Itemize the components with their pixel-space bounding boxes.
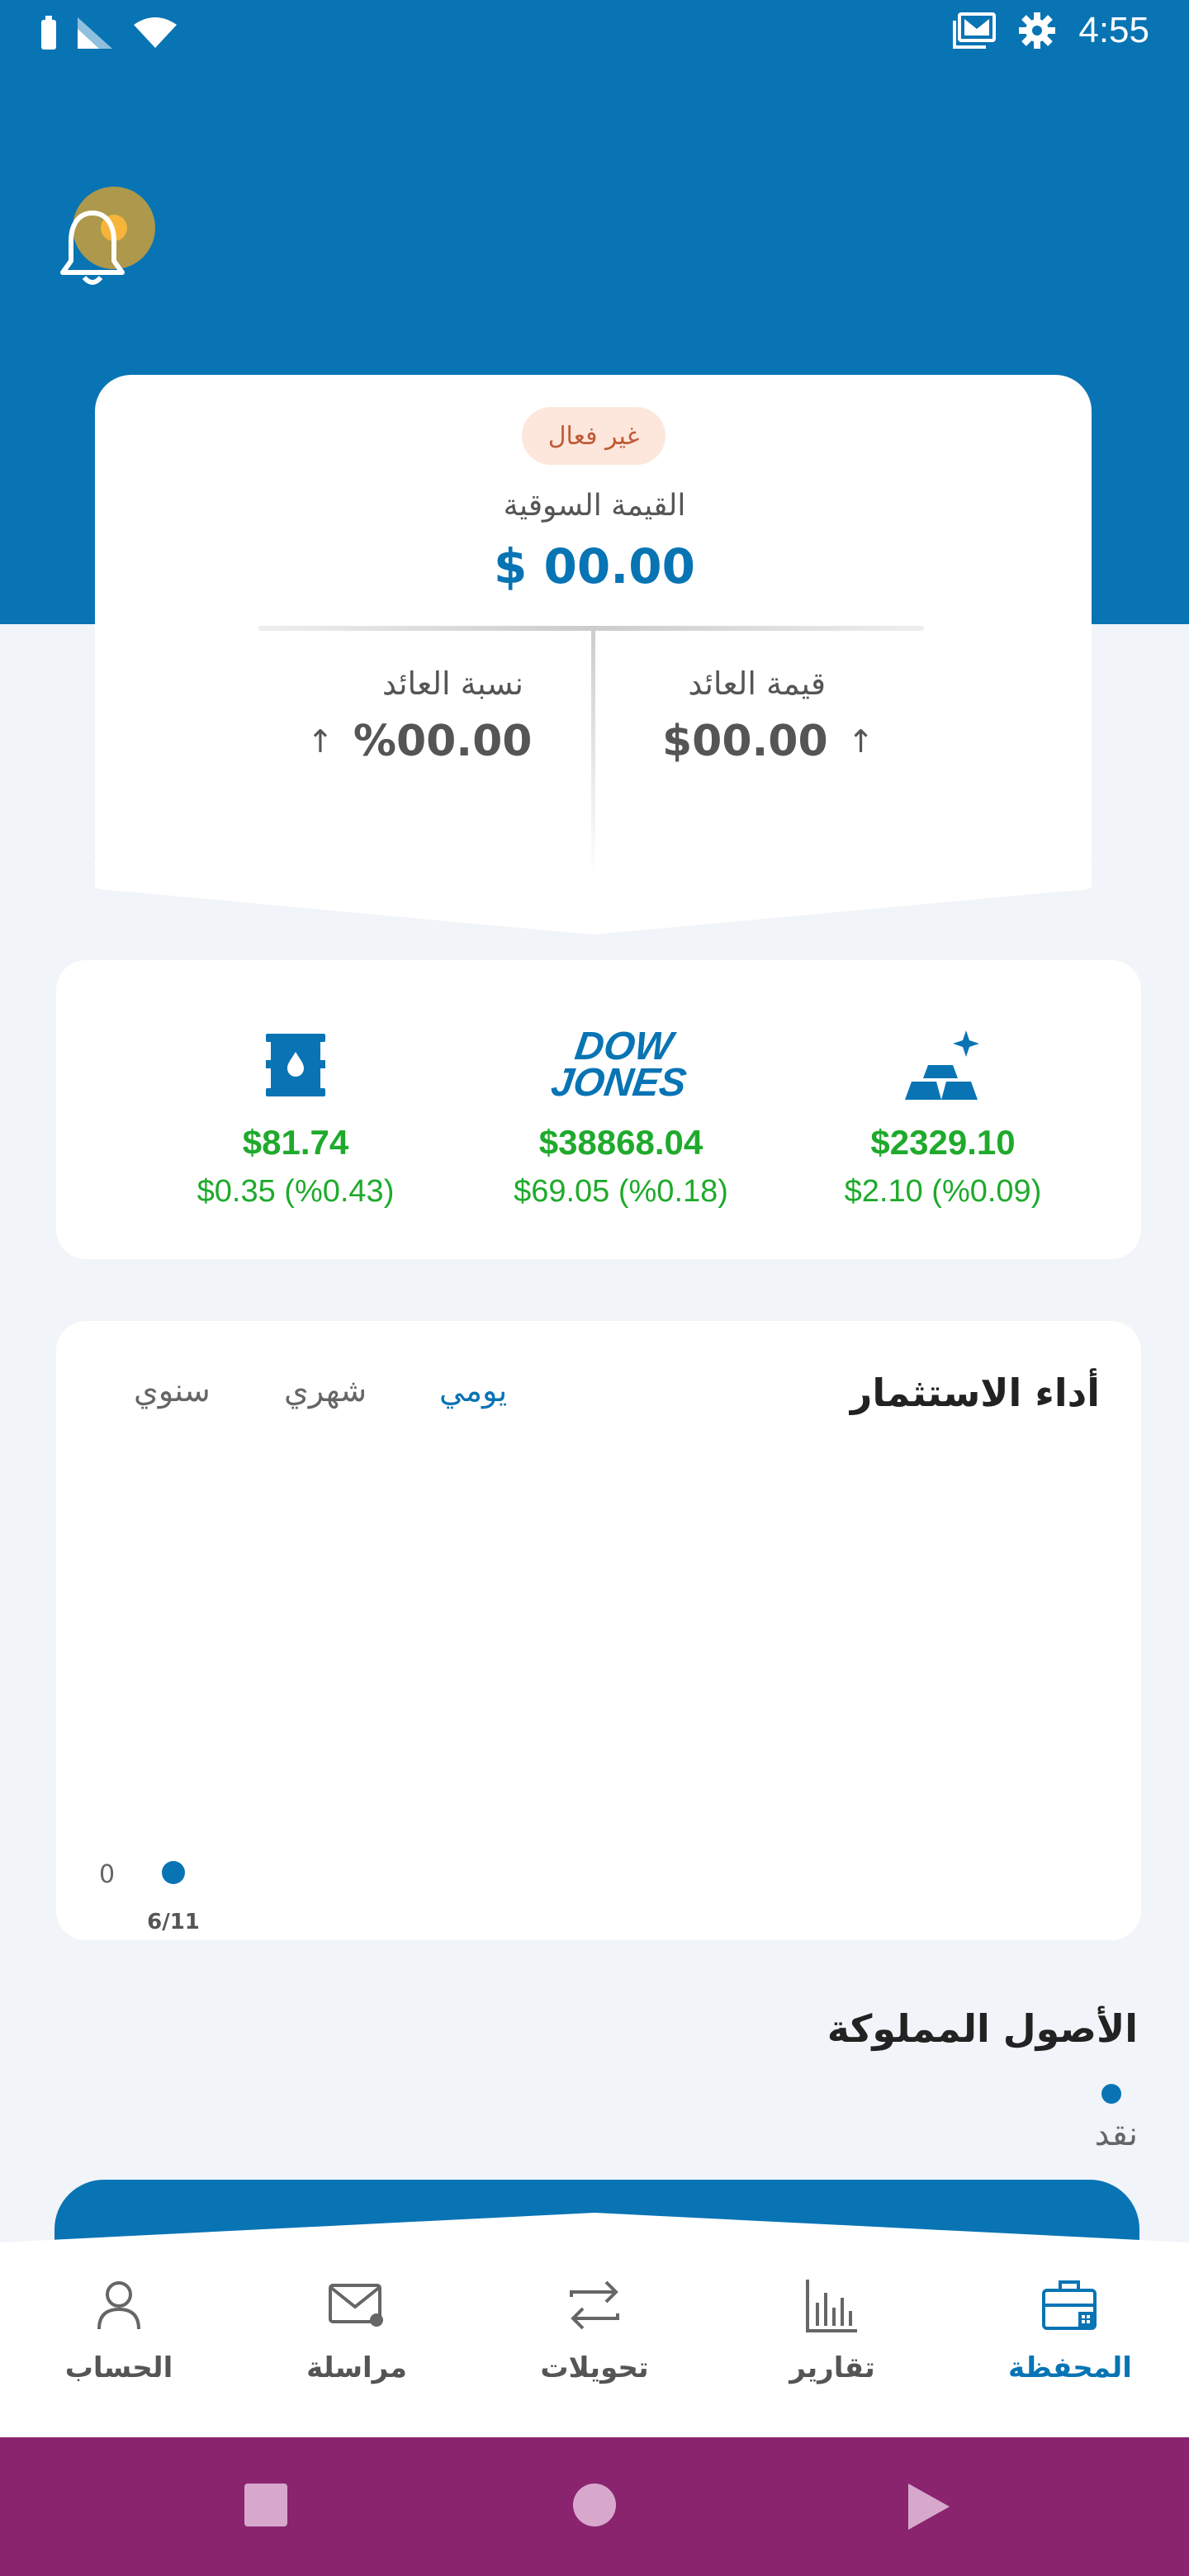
person-icon <box>97 2281 140 2330</box>
nav-portfolio[interactable]: المحفظة <box>988 2272 1153 2384</box>
data-point[interactable] <box>162 1861 185 1884</box>
nav-label: تقارير <box>789 2351 875 2384</box>
ticker-price: $81.74 <box>242 1123 349 1162</box>
return-percent-label: نسبة العائد <box>382 665 523 702</box>
return-percent: %00.00 <box>353 717 533 766</box>
ticker-price: $38868.04 <box>538 1123 703 1162</box>
status-bar: 4:55 <box>0 0 1189 69</box>
logo-line-2: JONES <box>547 1061 689 1105</box>
status-badge: غير فعال <box>522 407 666 465</box>
briefcase-icon <box>1042 2280 1097 2330</box>
signal-icon <box>78 17 112 49</box>
nav-label: المحفظة <box>1008 2351 1132 2384</box>
gold-bars-icon <box>905 1030 979 1100</box>
up-arrow-icon: ↑ <box>307 723 334 760</box>
legend-label-cash: نقد <box>1094 2115 1138 2153</box>
x-tick-label: 6/11 <box>147 1910 200 1934</box>
return-percent-row: ↑ %00.00 <box>307 717 532 766</box>
nav-reports[interactable]: تقارير <box>750 2272 915 2384</box>
tab-monthly[interactable]: شهري <box>284 1372 367 1409</box>
logo-line-1: DOW <box>571 1025 675 1068</box>
dow-jones-logo: DOW JONES <box>547 1025 693 1105</box>
performance-title: أداء الاستثمار <box>850 1371 1100 1415</box>
oil-barrel-icon <box>266 1034 325 1096</box>
ticker-gold[interactable]: $2329.10 $2.10 (%0.09) <box>794 1024 1092 1210</box>
return-value-row: $00.00 ↑ <box>662 717 874 766</box>
back-icon[interactable] <box>905 2482 951 2531</box>
notification-button[interactable] <box>50 180 165 296</box>
return-value: $00.00 <box>662 717 828 766</box>
ticker-change: $0.35 (%0.43) <box>197 1174 395 1209</box>
up-arrow-icon: ↑ <box>847 723 874 760</box>
y-tick-label: 0 <box>99 1860 115 1889</box>
ticker-oil[interactable]: $81.74 $0.35 (%0.43) <box>147 1024 444 1210</box>
ticker-price: $2329.10 <box>870 1123 1016 1162</box>
home-icon[interactable] <box>571 2482 618 2528</box>
tab-yearly[interactable]: سنوي <box>134 1372 211 1409</box>
ticker-change: $69.05 (%0.18) <box>514 1174 728 1209</box>
market-value: $ 00.00 <box>493 538 695 594</box>
wifi-icon <box>134 17 177 48</box>
recents-icon[interactable] <box>243 2482 289 2528</box>
market-value-label: القيمة السوقية <box>503 489 686 523</box>
battery-icon <box>41 16 56 50</box>
legend-dot-cash <box>1101 2084 1121 2104</box>
nav-label: الحساب <box>64 2351 173 2384</box>
nav-account[interactable]: الحساب <box>36 2272 201 2384</box>
performance-chart: 0 6/11 <box>99 1860 200 1934</box>
bar-chart-icon <box>806 2280 857 2332</box>
transfer-icon <box>570 2280 619 2330</box>
tab-daily[interactable]: يومي <box>439 1372 507 1409</box>
nav-label: تحويلات <box>540 2351 649 2384</box>
mail-icon <box>329 2284 383 2327</box>
return-value-label: قيمة العائد <box>688 665 826 702</box>
gmail-icon <box>953 12 997 49</box>
ticker-dow-jones[interactable]: DOW JONES $38868.04 $69.05 (%0.18) <box>472 1024 770 1210</box>
bottom-nav-curve <box>0 2213 1189 2246</box>
assets-title: الأصول المملوكة <box>827 2006 1138 2051</box>
nav-transfers[interactable]: تحويلات <box>512 2272 677 2384</box>
bell-icon <box>60 211 125 285</box>
clock: 4:55 <box>1078 10 1149 50</box>
ticker-change: $2.10 (%0.09) <box>844 1174 1042 1209</box>
settings-icon <box>1019 12 1056 49</box>
nav-label: مراسلة <box>306 2351 407 2384</box>
divider-vertical <box>591 631 595 878</box>
nav-messages[interactable]: مراسلة <box>274 2272 439 2384</box>
